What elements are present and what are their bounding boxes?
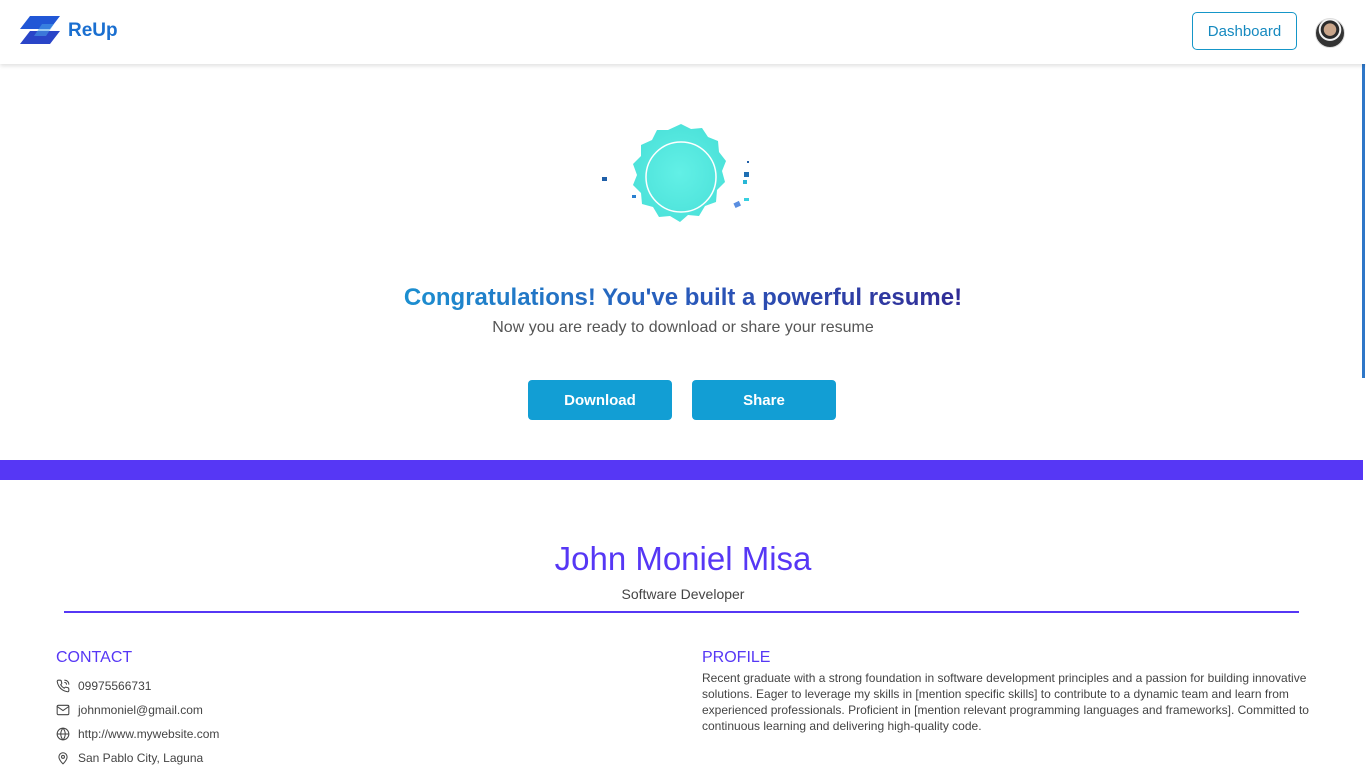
contact-location-text: San Pablo City, Laguna [78,751,204,765]
profile-summary: Recent graduate with a strong foundation… [702,671,1309,733]
contact-phone-text: 09975566731 [78,679,152,693]
share-button[interactable]: Share [692,380,836,420]
brand-name[interactable]: ReUp [68,20,118,42]
resume-role: Software Developer [621,586,745,602]
download-button[interactable]: Download [528,380,672,420]
success-badge-icon [602,124,749,222]
user-avatar[interactable] [1315,18,1345,48]
congratulations-heading: Congratulations! You've built a powerful… [403,284,963,311]
contact-website-text: http://www.mywebsite.com [78,727,220,741]
contact-phone: 09975566731 [56,677,151,695]
top-navbar: ReUp Dashboard [0,0,1366,64]
globe-icon [56,727,70,741]
profile-section-title: PROFILE [702,649,771,666]
reup-logo-icon[interactable] [20,16,60,46]
contact-section-title: CONTACT [56,649,133,666]
resume-name: John Moniel Misa [554,540,812,577]
dashboard-button[interactable]: Dashboard [1192,12,1297,50]
ready-subtitle: Now you are ready to download or share y… [492,319,874,336]
location-pin-icon [58,752,68,765]
resume-top-stripe [0,460,1363,480]
phone-icon [56,679,70,693]
contact-email: johnmoniel@gmail.com [56,701,203,719]
contact-email-text: johnmoniel@gmail.com [78,703,203,717]
contact-website: http://www.mywebsite.com [56,725,219,743]
mail-icon [56,704,70,716]
resume-divider [64,611,1299,613]
contact-location: San Pablo City, Laguna [56,749,203,767]
